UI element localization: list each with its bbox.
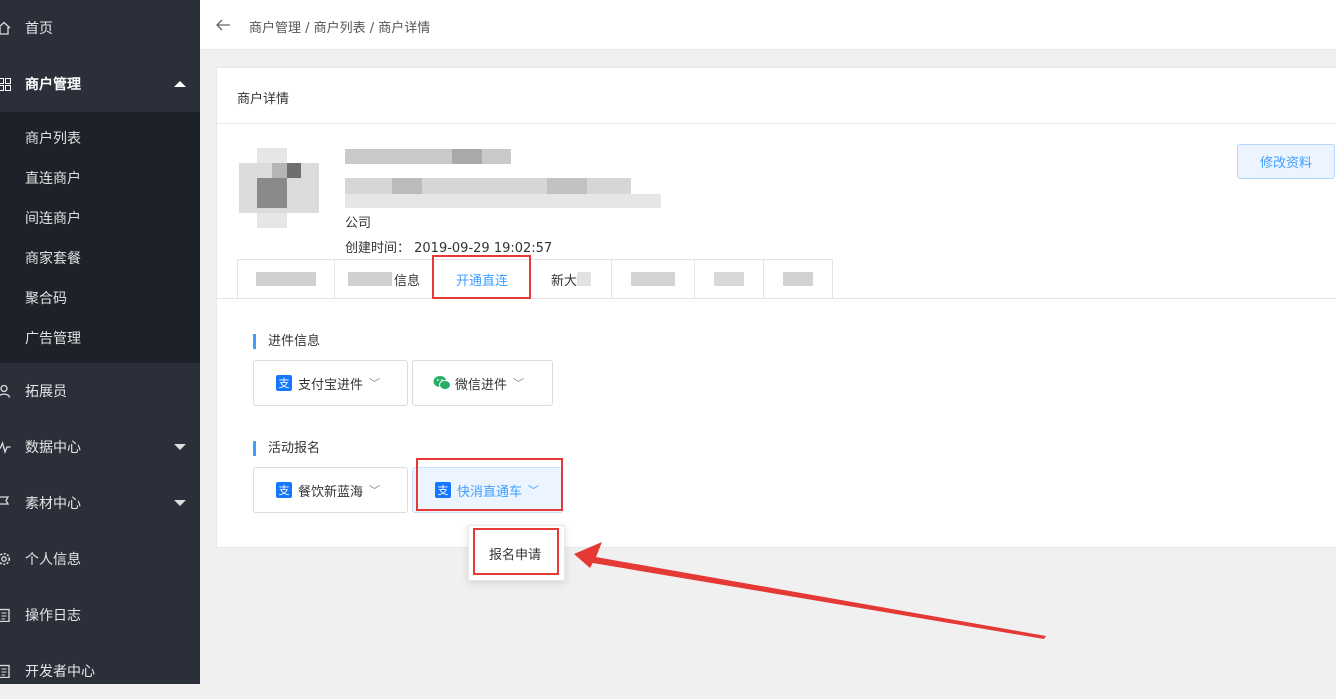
sidebar-item-label: 首页 (25, 21, 53, 37)
sidebar-item-label: 商户管理 (25, 77, 81, 93)
alipay-icon: 支 (276, 375, 292, 391)
divider (217, 123, 1336, 124)
sidebar-item-label: 数据中心 (25, 440, 81, 456)
gear-icon (0, 551, 12, 567)
tab-label: 开通直连 (455, 273, 508, 289)
sidebar-item-promoter[interactable]: 拓展员 (0, 363, 200, 419)
sidebar-item-home[interactable]: 首页 (0, 0, 200, 56)
sidebar-subitem-label: 聚合码 (25, 291, 67, 307)
merchant-detail-card: 商户详情 公司 创建时间： 2019-09-29 19:02:57 修改资料 信… (216, 67, 1336, 548)
sidebar-item-operation-log[interactable]: 操作日志 (0, 587, 200, 643)
sidebar-subitem-direct-merchant[interactable]: 直连商户 (0, 158, 200, 198)
sidebar-item-label: 操作日志 (25, 608, 81, 624)
tab-4[interactable]: 新大 (530, 259, 612, 299)
sidebar-item-material-center[interactable]: 素材中心 (0, 475, 200, 531)
sidebar-subitem-ad-management[interactable]: 广告管理 (0, 318, 200, 358)
alipay-icon: 支 (435, 482, 451, 498)
tab-6[interactable] (694, 259, 764, 299)
tabs-underline (217, 298, 1336, 299)
clipboard-icon (0, 607, 12, 623)
sidebar-item-personal-info[interactable]: 个人信息 (0, 531, 200, 587)
sidebar-item-merchant-management[interactable]: 商户管理 (0, 56, 200, 112)
chevron-down-icon (174, 444, 186, 450)
sidebar-item-label: 拓展员 (25, 384, 67, 400)
tab-1[interactable] (237, 259, 335, 299)
annotation-arrow-icon (574, 542, 1046, 639)
top-header: 商户管理 / 商户列表 / 商户详情 (200, 0, 1336, 50)
tab-7[interactable] (763, 259, 833, 299)
card-title: 商户详情 (237, 92, 290, 107)
user-icon (0, 383, 12, 399)
chevron-down-icon: ﹀ (369, 377, 381, 390)
clipboard-icon (0, 663, 12, 679)
tab-label: 信息 (393, 273, 420, 289)
wechat-icon (433, 375, 451, 391)
alipay-onboard-dropdown[interactable]: 支 支付宝进件 ﹀ (253, 360, 408, 406)
section-title-activity: 活动报名 (253, 441, 320, 456)
sidebar-subitem-label: 商户列表 (25, 131, 81, 147)
sidebar-subitem-label: 商家套餐 (25, 251, 81, 267)
tab-direct-connect[interactable]: 开通直连 (433, 259, 531, 299)
home-icon (0, 20, 12, 36)
tab-label: 新大 (550, 273, 577, 289)
avatar (239, 148, 319, 228)
tab-5[interactable] (611, 259, 695, 299)
edit-profile-button[interactable]: 修改资料 (1237, 144, 1335, 179)
sidebar-subitem-label: 广告管理 (25, 331, 81, 347)
created-time: 创建时间： 2019-09-29 19:02:57 (345, 241, 553, 256)
sidebar-item-label: 个人信息 (25, 552, 81, 568)
sidebar-subitem-label: 间连商户 (25, 211, 81, 227)
section-title-onboarding: 进件信息 (253, 334, 320, 349)
fmcg-activity-dropdown[interactable]: 支 快消直通车 ﹀ (412, 467, 563, 513)
back-arrow-icon[interactable] (214, 16, 232, 34)
chevron-down-icon: ﹀ (513, 377, 525, 390)
chevron-down-icon (174, 500, 186, 506)
sidebar-item-label: 开发者中心 (25, 664, 95, 680)
tab-info[interactable]: 信息 (334, 259, 434, 299)
sidebar-subitem-indirect-merchant[interactable]: 间连商户 (0, 198, 200, 238)
sidebar-subitem-merchant-package[interactable]: 商家套餐 (0, 238, 200, 278)
chart-line-icon (0, 439, 12, 455)
chevron-down-icon: ﹀ (369, 484, 381, 497)
sidebar-subitem-merchant-list[interactable]: 商户列表 (0, 118, 200, 158)
merchant-type: 公司 (345, 216, 372, 231)
sidebar-item-label: 素材中心 (25, 496, 81, 512)
chevron-up-icon (174, 81, 186, 87)
dropdown-label: 微信进件 (455, 377, 508, 393)
fmcg-dropdown-menu: 报名申请 (468, 525, 565, 581)
apply-registration-menu-item[interactable]: 报名申请 (489, 544, 541, 563)
dropdown-label: 餐饮新蓝海 (298, 484, 364, 500)
dropdown-label: 快消直通车 (457, 484, 523, 500)
grid-icon (0, 76, 12, 92)
sidebar-item-data-center[interactable]: 数据中心 (0, 419, 200, 475)
sidebar-item-developer-center[interactable]: 开发者中心 (0, 643, 200, 699)
alipay-icon: 支 (276, 482, 292, 498)
submenu-merchant-management: 商户列表 直连商户 间连商户 商家套餐 聚合码 广告管理 (0, 112, 200, 363)
catering-activity-dropdown[interactable]: 支 餐饮新蓝海 ﹀ (253, 467, 408, 513)
chevron-down-icon: ﹀ (528, 484, 540, 497)
sidebar: 首页 商户管理 商户列表 直连商户 间连商户 商家套餐 聚合码 广告管理 拓展员… (0, 0, 200, 684)
breadcrumb: 商户管理 / 商户列表 / 商户详情 (249, 21, 431, 36)
sidebar-subitem-label: 直连商户 (25, 171, 81, 187)
wechat-onboard-dropdown[interactable]: 微信进件 ﹀ (412, 360, 553, 406)
flag-icon (0, 495, 12, 511)
sidebar-subitem-aggregate-code[interactable]: 聚合码 (0, 278, 200, 318)
dropdown-label: 支付宝进件 (298, 377, 364, 393)
